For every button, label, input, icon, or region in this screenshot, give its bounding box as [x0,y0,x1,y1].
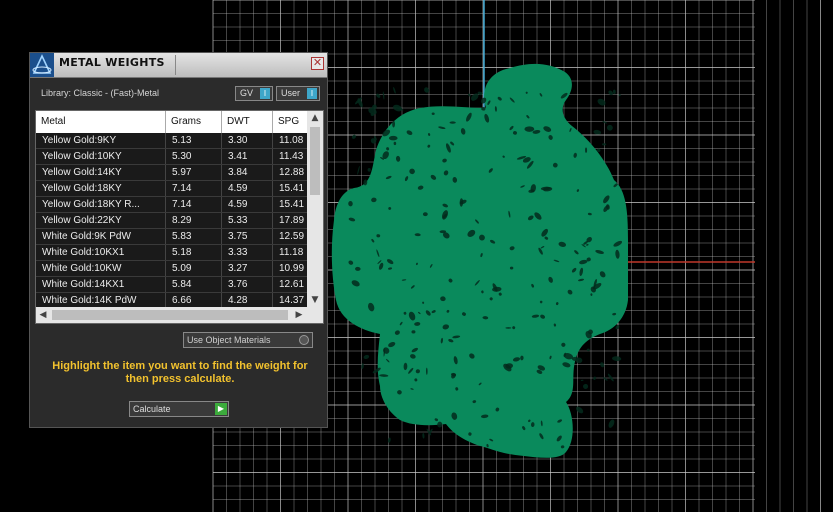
table-row[interactable]: Yellow Gold:10KY 5.30 3.41 11.43 [36,149,313,165]
scroll-up-icon[interactable]: ▲ [307,111,323,125]
close-button[interactable]: ✕ [311,57,324,70]
grams-cell: 5.83 [166,229,222,244]
metal-name-cell: Yellow Gold:22KY [36,213,166,228]
metal-name-cell: White Gold:9K PdW [36,229,166,244]
play-icon: ▶ [215,403,227,415]
use-object-materials-label: Use Object Materials [187,335,271,345]
gv-label: GV [240,88,254,98]
metal-name-cell: White Gold:10KW [36,261,166,276]
calculate-button[interactable]: Calculate ▶ [129,401,229,417]
grams-cell: 8.29 [166,213,222,228]
dwt-cell: 3.41 [222,149,273,164]
horizontal-scrollbar[interactable]: ◀ ▶ [36,307,323,323]
table-row[interactable]: Yellow Gold:18KY R... 7.14 4.59 15.41 [36,197,313,213]
dwt-cell: 4.59 [222,181,273,196]
metal-name-cell: Yellow Gold:9KY [36,133,166,148]
scroll-down-icon[interactable]: ▼ [307,293,323,307]
grams-cell: 7.14 [166,197,222,212]
grams-cell: 5.09 [166,261,222,276]
vertical-scroll-thumb[interactable] [310,127,320,195]
table-header: Metal Grams DWT SPG [36,111,313,133]
dwt-cell: 3.27 [222,261,273,276]
table-row[interactable]: White Gold:14KX1 5.84 3.76 12.61 [36,277,313,293]
metal-name-cell: White Gold:10KX1 [36,245,166,260]
table-row[interactable]: Yellow Gold:14KY 5.97 3.84 12.88 [36,165,313,181]
metal-name-cell: Yellow Gold:10KY [36,149,166,164]
app-logo-icon [30,53,54,77]
grams-cell: 5.13 [166,133,222,148]
grams-cell: 5.84 [166,277,222,292]
table-row[interactable]: Yellow Gold:18KY 7.14 4.59 15.41 [36,181,313,197]
titlebar-divider [175,55,176,75]
metal-name-cell: Yellow Gold:18KY R... [36,197,166,212]
close-icon: ✕ [312,56,323,69]
dwt-cell: 5.33 [222,213,273,228]
user-toggle[interactable]: User I [276,86,320,101]
column-header-dwt[interactable]: DWT [222,111,273,133]
metal-name-cell: Yellow Gold:18KY [36,181,166,196]
metal-name-cell: Yellow Gold:14KY [36,165,166,180]
use-object-materials-option[interactable]: Use Object Materials [183,332,313,348]
dwt-cell: 4.28 [222,293,273,308]
panel-titlebar[interactable]: METAL WEIGHTS ✕ [30,53,327,78]
scroll-left-icon[interactable]: ◀ [36,307,50,323]
gv-toggle-knob: I [260,88,270,99]
user-toggle-knob: I [307,88,317,99]
dwt-cell: 3.76 [222,277,273,292]
grams-cell: 5.18 [166,245,222,260]
calculate-label: Calculate [133,404,171,414]
dwt-cell: 3.75 [222,229,273,244]
grams-cell: 6.66 [166,293,222,308]
table-row[interactable]: White Gold:10KX1 5.18 3.33 11.18 [36,245,313,261]
column-header-grams[interactable]: Grams [166,111,222,133]
grams-cell: 5.97 [166,165,222,180]
dwt-cell: 3.84 [222,165,273,180]
user-label: User [281,88,301,98]
vertical-scrollbar[interactable]: ▲ ▼ [307,111,323,307]
dwt-cell: 3.33 [222,245,273,260]
table-row[interactable]: White Gold:10KW 5.09 3.27 10.99 [36,261,313,277]
instruction-text: Highlight the item you want to find the … [52,360,308,385]
metal-weights-panel: METAL WEIGHTS ✕ Library: Classic - (Fast… [29,52,328,428]
dwt-cell: 4.59 [222,197,273,212]
gv-toggle[interactable]: GV I [235,86,273,101]
scroll-right-icon[interactable]: ▶ [292,307,306,323]
radio-icon[interactable] [299,335,309,345]
horizontal-scroll-thumb[interactable] [52,310,288,320]
table-body: Yellow Gold:9KY 5.13 3.30 11.08 Yellow Gold:… [36,133,313,309]
metal-table: Metal Grams DWT SPG Yellow Gold:9KY 5.13 3… [35,110,324,324]
metal-name-cell: White Gold:14KX1 [36,277,166,292]
grams-cell: 5.30 [166,149,222,164]
table-row[interactable]: Yellow Gold:9KY 5.13 3.30 11.08 [36,133,313,149]
panel-title: METAL WEIGHTS [59,56,165,69]
table-row[interactable]: Yellow Gold:22KY 8.29 5.33 17.89 [36,213,313,229]
table-row[interactable]: White Gold:9K PdW 5.83 3.75 12.59 [36,229,313,245]
column-header-metal[interactable]: Metal [36,111,166,133]
dwt-cell: 3.30 [222,133,273,148]
green-jewelry-model[interactable] [331,63,628,458]
library-label: Library: Classic - (Fast)-Metal [41,88,160,98]
metal-name-cell: White Gold:14K PdW [36,293,166,308]
grams-cell: 7.14 [166,181,222,196]
